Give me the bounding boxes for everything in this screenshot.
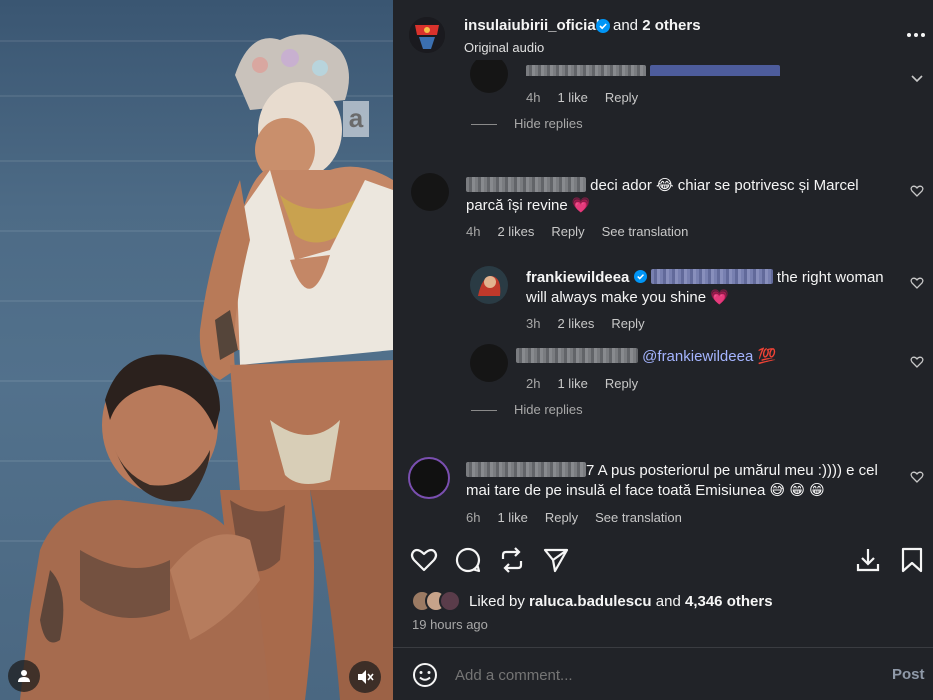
post-timestamp[interactable]: 19 hours ago	[412, 617, 488, 632]
comment-meta: 2h 1 like Reply	[526, 376, 655, 391]
likes-count[interactable]: 4,346 others	[685, 593, 773, 610]
comment-likes[interactable]: 2 likes	[497, 224, 534, 239]
liked-by-text: Liked by raluca.badulescu and 4,346 othe…	[469, 593, 773, 610]
heart-icon[interactable]	[910, 355, 924, 369]
avatar[interactable]	[411, 173, 449, 211]
liked-by-user[interactable]: raluca.badulescu	[529, 593, 652, 610]
avatar[interactable]	[408, 457, 450, 499]
avatar[interactable]	[470, 344, 508, 382]
liked-by-avatars[interactable]	[411, 588, 461, 614]
profile-picture-icon	[470, 266, 508, 304]
post-actions	[393, 540, 933, 580]
reply-button[interactable]: Reply	[605, 90, 638, 105]
tagged-people-button[interactable]	[8, 660, 40, 692]
avatar	[439, 590, 461, 612]
verified-badge-icon	[596, 19, 610, 33]
heart-icon[interactable]	[910, 184, 924, 198]
comment-time: 4h	[466, 224, 481, 239]
show-logo-icon	[409, 17, 445, 53]
liked-by-prefix: Liked by	[469, 593, 525, 610]
blurred-username	[516, 348, 638, 363]
see-translation-button[interactable]: See translation	[602, 224, 689, 239]
comments-list[interactable]: 4h 1 like Reply Hide replies deci ador 😂…	[393, 60, 933, 538]
channel-watermark: a	[343, 101, 369, 137]
comment-input[interactable]	[455, 667, 855, 684]
blurred-username	[466, 177, 586, 192]
comment-text: deci ador 😂 chiar se potrivesc și Marcel	[466, 176, 876, 196]
comments-panel: insulaiubirii_oficial and 2 others Origi…	[393, 0, 933, 700]
comment-text-cut	[526, 64, 781, 76]
avatar[interactable]	[470, 60, 508, 93]
verified-badge-icon	[633, 270, 647, 283]
hide-replies-button[interactable]: Hide replies	[514, 402, 583, 417]
coauthors-text[interactable]: and 2 others	[613, 17, 701, 34]
comment-likes[interactable]: 1 like	[497, 510, 527, 525]
speaker-muted-icon	[358, 670, 374, 684]
comment-line-2: will always make you shine 💗	[526, 289, 729, 306]
blurred-username	[466, 462, 586, 477]
comment-bar: Post	[393, 648, 933, 700]
mute-button[interactable]	[349, 661, 381, 693]
reel-video[interactable]: a	[0, 0, 393, 700]
share-send-icon[interactable]	[542, 546, 570, 574]
post-comment-button[interactable]: Post	[892, 666, 925, 683]
coauthors-count: 2 others	[642, 17, 701, 34]
comment-line-2: mai tare de pe insulă el face toată Emis…	[466, 482, 825, 499]
comment-text: frankiewildeea the right woman	[526, 268, 906, 288]
comment-time: 3h	[526, 316, 541, 331]
comment-likes[interactable]: 1 like	[557, 376, 587, 391]
blurred-mention	[650, 269, 773, 284]
comment-bubble-icon[interactable]	[454, 546, 482, 574]
comment-meta: 6h 1 like Reply See translation	[466, 510, 699, 525]
audio-label[interactable]: Original audio	[464, 40, 544, 55]
emoji-smiley-icon[interactable]	[412, 662, 438, 688]
comment-likes[interactable]: 2 likes	[557, 316, 594, 331]
see-translation-button[interactable]: See translation	[595, 510, 682, 525]
bookmark-save-icon[interactable]	[898, 546, 926, 574]
comment-meta: 4h 1 like Reply	[526, 90, 655, 105]
comment-line-2: parcă își revine 💗	[466, 197, 591, 214]
avatar[interactable]	[470, 266, 508, 304]
avatar[interactable]	[409, 17, 445, 53]
remix-repost-icon[interactable]	[498, 546, 526, 574]
man-figure	[20, 354, 270, 700]
comment-username[interactable]: frankiewildeea	[526, 269, 629, 286]
reply-button[interactable]: Reply	[545, 510, 578, 525]
coauthors-prefix: and	[613, 17, 639, 34]
comment-time: 4h	[526, 90, 541, 105]
comment-line-1: deci ador 😂 chiar se potrivesc și Marcel	[590, 177, 859, 194]
divider	[471, 410, 497, 411]
comment-line-1: the right woman	[776, 269, 884, 286]
comment-meta: 3h 2 likes Reply	[526, 316, 662, 331]
divider	[471, 124, 497, 125]
comment-time: 6h	[466, 510, 481, 525]
reply-button[interactable]: Reply	[551, 224, 584, 239]
comment-time: 2h	[526, 376, 541, 391]
more-options-icon[interactable]	[905, 25, 927, 45]
reply-button[interactable]: Reply	[611, 316, 644, 331]
hide-replies-button[interactable]: Hide replies	[514, 116, 583, 131]
person-icon	[18, 670, 30, 682]
comment-text: @frankiewildeea 💯	[516, 347, 776, 367]
liked-by-middle: and	[655, 593, 681, 610]
download-icon[interactable]	[854, 546, 882, 574]
chevron-down-icon[interactable]	[910, 72, 924, 86]
comment-meta: 4h 2 likes Reply See translation	[466, 224, 705, 239]
heart-icon[interactable]	[910, 276, 924, 290]
post-author-username[interactable]: insulaiubirii_oficial	[464, 17, 600, 34]
like-heart-icon[interactable]	[410, 546, 438, 574]
comment-line-1: 7 A pus posteriorul pe umărul meu :)))) …	[586, 462, 878, 479]
comment-mention[interactable]: @frankiewildeea 💯	[642, 348, 776, 365]
post-header: insulaiubirii_oficial and 2 others Origi…	[393, 0, 933, 60]
reply-button[interactable]: Reply	[605, 376, 638, 391]
comment-text: 7 A pus posteriorul pe umărul meu :)))) …	[466, 461, 896, 481]
heart-icon[interactable]	[910, 470, 924, 484]
comment-likes[interactable]: 1 like	[557, 90, 587, 105]
